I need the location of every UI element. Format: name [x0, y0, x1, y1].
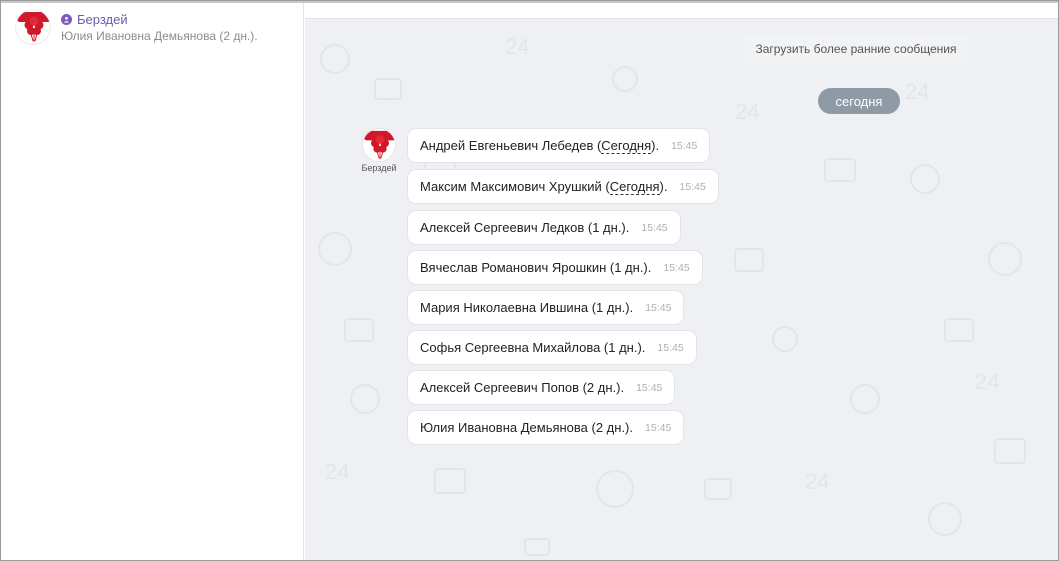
message-time: 15:45: [663, 261, 690, 274]
sidebar: Берздей Юлия Ивановна Демьянова (2 дн.).: [1, 3, 304, 560]
sender-name: Берздей: [361, 163, 397, 173]
chat-list-item[interactable]: Берздей Юлия Ивановна Демьянова (2 дн.).: [15, 9, 295, 49]
balloons-logo-icon[interactable]: [362, 128, 396, 162]
message-bubble[interactable]: Андрей Евгеньевич Лебедев (Сегодня). 15:…: [407, 128, 711, 163]
message-bubble[interactable]: Юлия Ивановна Демьянова (2 дн.). 15:45: [407, 410, 685, 445]
date-link[interactable]: Сегодня: [609, 179, 660, 195]
message-text: Алексей Сергеевич Попов (2 дн.).: [420, 380, 625, 395]
message-bubble[interactable]: Алексей Сергеевич Ледков (1 дн.). 15:45: [407, 210, 681, 245]
message-text: Мария Николаевна Ившина (1 дн.).: [420, 300, 634, 315]
svg-text:24: 24: [975, 369, 999, 394]
message-time: 15:45: [645, 421, 672, 434]
message-text: Вячеслав Романович Ярошкин (1 дн.).: [420, 260, 652, 275]
message-text: Максим Максимович Хрушкий (Сегодня).: [420, 179, 668, 195]
message-text: Андрей Евгеньевич Лебедев (Сегодня).: [420, 138, 660, 154]
chat-topbar: [305, 3, 1058, 19]
balloons-logo-icon: [15, 9, 51, 45]
load-earlier-messages-button[interactable]: Загрузить более ранние сообщения: [743, 34, 969, 64]
svg-text:24: 24: [905, 79, 929, 104]
message-text: Софья Сергеевна Михайлова (1 дн.).: [420, 340, 646, 355]
date-separator: сегодня: [818, 88, 900, 114]
message-time: 15:45: [671, 139, 698, 152]
svg-text:24: 24: [325, 459, 349, 484]
message-time: 15:45: [641, 221, 668, 234]
message-bubble[interactable]: Софья Сергеевна Михайлова (1 дн.). 15:45: [407, 330, 697, 365]
message-bubble[interactable]: Мария Николаевна Ившина (1 дн.). 15:45: [407, 290, 685, 325]
sender-block: Берздей: [357, 128, 401, 173]
chat-panel: 24 24 24 24 24 24 Загрузить более ранние…: [305, 3, 1058, 560]
message-time: 15:45: [657, 341, 684, 354]
message-text: Алексей Сергеевич Ледков (1 дн.).: [420, 220, 630, 235]
message-bubble[interactable]: Вячеслав Романович Ярошкин (1 дн.). 15:4…: [407, 250, 703, 285]
svg-text:24: 24: [735, 99, 759, 124]
message-time: 15:45: [645, 301, 672, 314]
svg-text:24: 24: [805, 469, 829, 494]
chat-last-message-preview: Юлия Ивановна Демьянова (2 дн.).: [61, 29, 258, 43]
group-icon: [61, 13, 72, 25]
message-time: 15:45: [636, 381, 663, 394]
date-link[interactable]: Сегодня: [601, 138, 652, 154]
message-bubble[interactable]: Алексей Сергеевич Попов (2 дн.). 15:45: [407, 370, 676, 405]
chat-name: Берздей: [77, 11, 128, 27]
svg-text:24: 24: [505, 34, 529, 59]
message-time: 15:45: [679, 180, 706, 193]
message-text: Юлия Ивановна Демьянова (2 дн.).: [420, 420, 634, 435]
message-bubble[interactable]: Максим Максимович Хрушкий (Сегодня). 15:…: [407, 169, 719, 204]
